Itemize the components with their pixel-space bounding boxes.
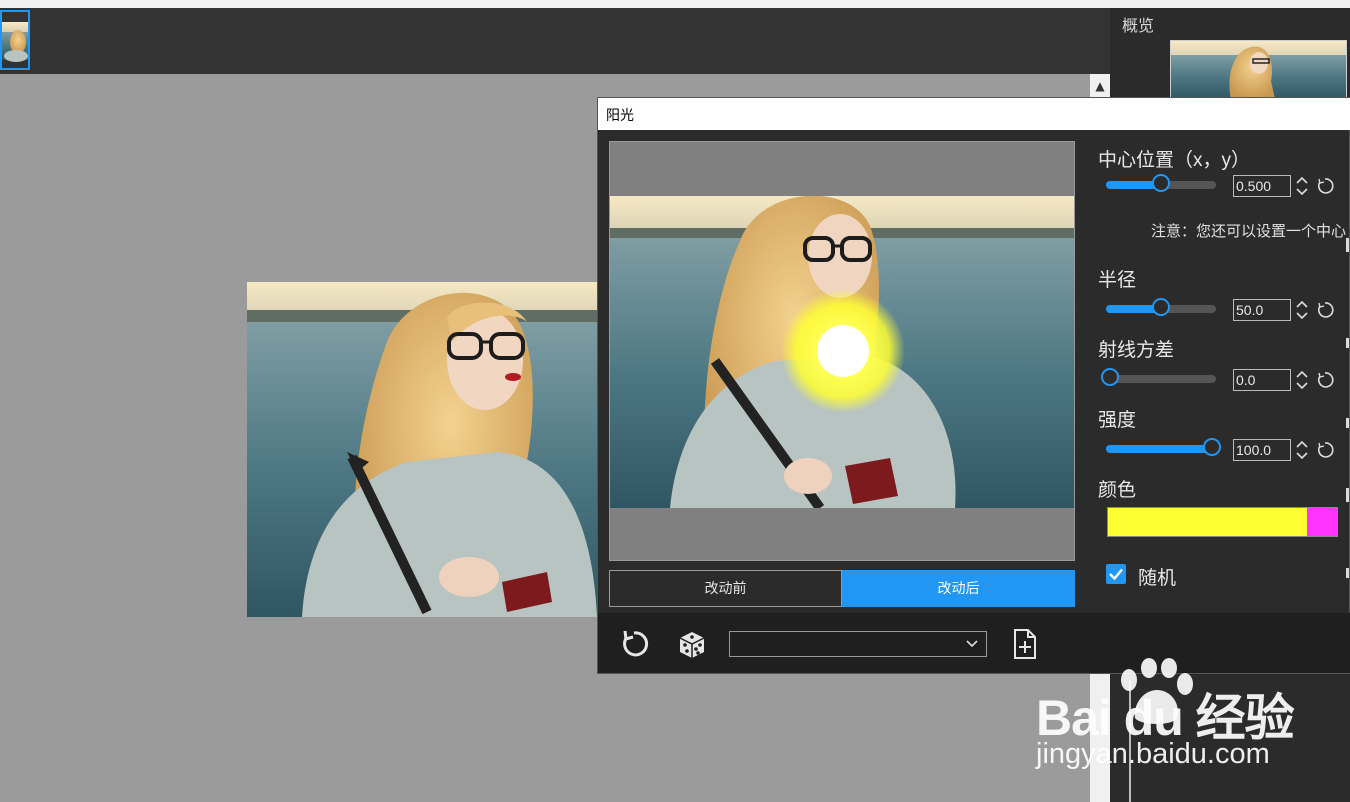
- random-label: 随机: [1138, 568, 1177, 589]
- intensity-input[interactable]: 100.0: [1233, 439, 1291, 461]
- slider-fill: [1106, 445, 1216, 453]
- intensity-label: 强度: [1098, 410, 1137, 431]
- radius-input[interactable]: 50.0: [1233, 299, 1291, 321]
- spinner-arrows-icon[interactable]: [1295, 439, 1309, 461]
- dialog-title: 阳光: [606, 107, 634, 123]
- spinner-arrows-icon[interactable]: [1295, 175, 1309, 197]
- before-tab-button[interactable]: 改动前: [609, 570, 842, 607]
- clipped-controls-edge: [1346, 238, 1349, 578]
- sunlight-dialog: 阳光 改动前 改动后 中心位置（x，y） 0.500 注意：您还可以设置一个中心…: [597, 97, 1350, 674]
- thumbnail-strip: [0, 8, 1110, 74]
- watermark-url: jingyan.baidu.com: [1036, 738, 1270, 770]
- center-position-input[interactable]: 0.500: [1233, 175, 1291, 197]
- center-position-slider[interactable]: [1106, 174, 1216, 192]
- after-tab-button[interactable]: 改动后: [842, 570, 1075, 607]
- ray-variance-label: 射线方差: [1098, 340, 1175, 361]
- spinner-arrows-icon[interactable]: [1295, 369, 1309, 391]
- scroll-up-icon[interactable]: ▲: [1090, 74, 1110, 98]
- color-label: 颜色: [1098, 480, 1137, 501]
- reset-value-icon[interactable]: [1316, 177, 1334, 195]
- reset-value-icon[interactable]: [1316, 301, 1334, 319]
- slider-handle[interactable]: [1101, 368, 1119, 386]
- overview-thumbnail[interactable]: [1170, 40, 1347, 98]
- slider-handle[interactable]: [1152, 174, 1170, 192]
- radius-slider[interactable]: [1106, 298, 1216, 316]
- preview-photo: [610, 196, 1074, 508]
- center-position-label: 中心位置（x，y）: [1098, 150, 1251, 171]
- slider-handle[interactable]: [1203, 438, 1221, 456]
- reset-value-icon[interactable]: [1316, 441, 1334, 459]
- menu-bar: [0, 0, 1350, 8]
- color-picker-bar[interactable]: [1107, 507, 1338, 537]
- overview-label: 概览: [1122, 18, 1155, 35]
- slider-handle[interactable]: [1152, 298, 1170, 316]
- secondary-color-swatch[interactable]: [1307, 508, 1337, 536]
- reset-value-icon[interactable]: [1316, 371, 1334, 389]
- image-thumbnail[interactable]: [0, 10, 30, 70]
- ray-variance-input[interactable]: 0.0: [1233, 369, 1291, 391]
- random-checkbox[interactable]: [1106, 564, 1126, 584]
- radius-label: 半径: [1098, 270, 1137, 291]
- chevron-down-icon: [966, 640, 978, 648]
- reset-icon[interactable]: [618, 628, 650, 660]
- dice-icon[interactable]: [676, 628, 708, 660]
- effect-preview: [609, 141, 1075, 561]
- ray-variance-slider[interactable]: [1101, 368, 1216, 386]
- checkmark-icon: [1109, 568, 1123, 581]
- primary-color-swatch[interactable]: [1108, 508, 1307, 536]
- dialog-titlebar[interactable]: [598, 98, 1350, 130]
- center-position-note: 注意：您还可以设置一个中心: [1151, 223, 1347, 240]
- new-document-icon[interactable]: [1012, 628, 1038, 660]
- preset-dropdown[interactable]: [729, 631, 987, 657]
- intensity-slider[interactable]: [1106, 438, 1221, 456]
- main-canvas-photo: [247, 282, 597, 617]
- spinner-arrows-icon[interactable]: [1295, 299, 1309, 321]
